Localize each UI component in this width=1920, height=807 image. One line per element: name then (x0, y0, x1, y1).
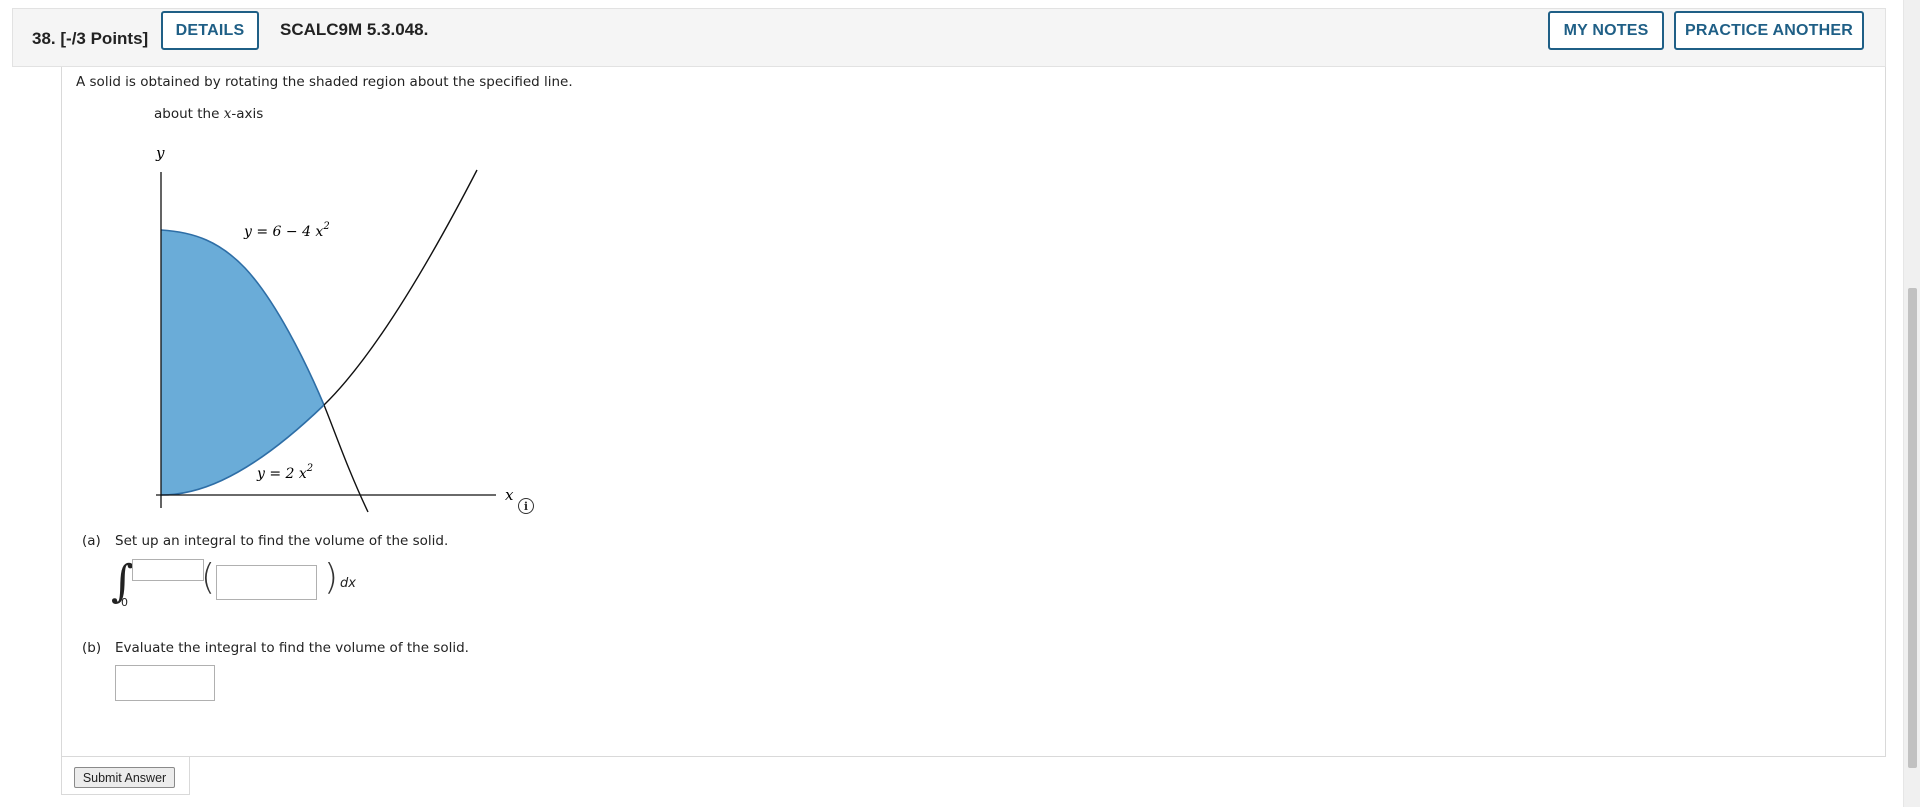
curve-top-extension (323, 404, 369, 513)
x-axis-label: x (505, 486, 514, 504)
part-a-text: Set up an integral to find the volume of… (115, 533, 449, 549)
region-graph: y x y = 6 − 4 x2 y = 2 x2 (155, 144, 514, 513)
part-b-label: (b) (82, 640, 102, 656)
problem-code: SCALC9M 5.3.048. (280, 20, 429, 39)
practice-another-button[interactable]: PRACTICE ANOTHER (1674, 11, 1864, 50)
info-icon[interactable]: i (518, 498, 534, 514)
my-notes-button[interactable]: MY NOTES (1548, 11, 1664, 50)
question-prompt: A solid is obtained by rotating the shad… (76, 74, 573, 90)
submit-answer-button[interactable]: Submit Answer (74, 767, 175, 788)
right-paren: ) (324, 557, 339, 598)
question-number-points: 38. [-/3 Points] (32, 29, 149, 48)
part-a-label: (a) (82, 533, 101, 549)
curve-top-label: y = 6 − 4 x2 (243, 221, 330, 240)
page-scrollbar-thumb[interactable] (1908, 288, 1917, 768)
curve-bottom-extension (323, 169, 478, 406)
integrand-input[interactable] (216, 565, 317, 600)
curve-bottom-label: y = 2 x2 (256, 463, 313, 482)
shaded-region (161, 230, 324, 495)
left-paren: ( (201, 557, 216, 598)
lower-limit: 0 (121, 596, 128, 609)
rotation-axis-text: about the x-axis (154, 106, 264, 122)
part-b-text: Evaluate the integral to find the volume… (115, 640, 469, 656)
y-axis-label: y (155, 144, 165, 162)
volume-answer-input[interactable] (115, 665, 215, 701)
details-button[interactable]: DETAILS (161, 11, 259, 50)
upper-limit-input[interactable] (132, 559, 204, 581)
dx-label: dx (340, 576, 356, 591)
